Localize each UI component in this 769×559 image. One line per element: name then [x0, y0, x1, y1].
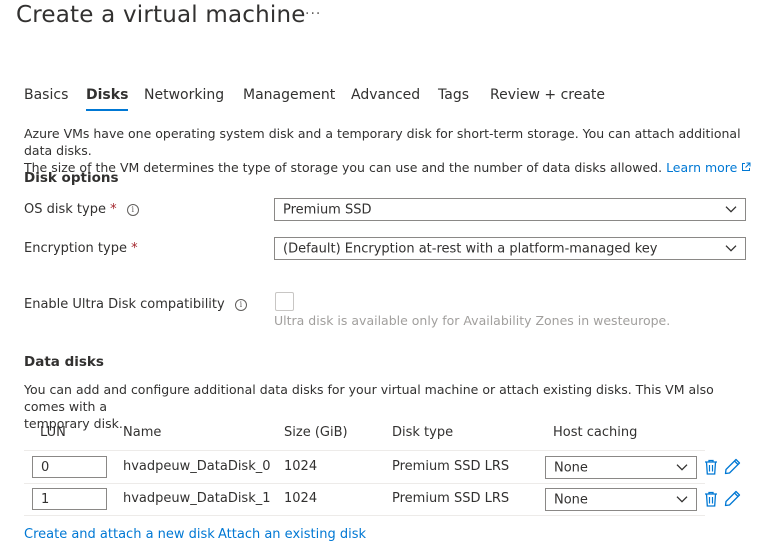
tab-advanced[interactable]: Advanced [351, 87, 420, 103]
encryption-type-label: Encryption type * [24, 241, 138, 256]
tab-networking[interactable]: Networking [144, 87, 224, 103]
disk-name: hvadpeuw_DataDisk_0 [123, 459, 271, 474]
chevron-down-icon [676, 463, 688, 471]
more-options-button[interactable]: ··· [305, 6, 321, 22]
intro-line-2: The size of the VM determines the type o… [24, 159, 754, 176]
column-header-size: Size (GiB) [284, 425, 348, 440]
host-caching-select[interactable]: None [545, 456, 697, 479]
column-header-disk-type: Disk type [392, 425, 454, 440]
ultra-disk-label-text: Enable Ultra Disk compatibility [24, 297, 225, 312]
learn-more-link[interactable]: Learn more [666, 160, 751, 175]
tab-review-create[interactable]: Review + create [490, 87, 605, 103]
encryption-type-value: (Default) Encryption at-rest with a plat… [283, 241, 658, 256]
column-header-host-caching: Host caching [553, 425, 638, 440]
encryption-type-select[interactable]: (Default) Encryption at-rest with a plat… [274, 237, 746, 260]
tab-management[interactable]: Management [243, 87, 335, 103]
disk-size: 1024 [284, 459, 318, 474]
encryption-type-label-text: Encryption type [24, 241, 127, 256]
column-header-name: Name [123, 425, 162, 440]
os-disk-type-select[interactable]: Premium SSD [274, 198, 746, 221]
chevron-down-icon [725, 244, 737, 252]
column-header-lun: LUN [40, 425, 66, 440]
host-caching-value: None [554, 492, 588, 507]
intro-line-2-text: The size of the VM determines the type o… [24, 160, 663, 175]
attach-existing-disk-link[interactable]: Attach an existing disk [218, 527, 366, 542]
info-icon[interactable]: i [126, 204, 139, 216]
ultra-disk-hint: Ultra disk is available only for Availab… [274, 313, 671, 328]
table-divider [24, 515, 705, 516]
ultra-disk-label: Enable Ultra Disk compatibility i [24, 297, 247, 312]
intro-text: Azure VMs have one operating system disk… [24, 125, 754, 176]
host-caching-select[interactable]: None [545, 488, 697, 511]
os-disk-type-label: OS disk type * i [24, 202, 139, 217]
delete-icon[interactable] [704, 459, 718, 475]
disk-options-heading: Disk options [24, 170, 119, 186]
delete-icon[interactable] [704, 491, 718, 507]
edit-icon[interactable] [724, 490, 741, 507]
disk-name: hvadpeuw_DataDisk_1 [123, 491, 271, 506]
disk-type: Premium SSD LRS [392, 459, 510, 474]
os-disk-type-label-text: OS disk type [24, 202, 106, 217]
lun-input[interactable] [32, 456, 107, 478]
chevron-down-icon [676, 495, 688, 503]
learn-more-label: Learn more [666, 160, 738, 175]
disk-size: 1024 [284, 491, 318, 506]
intro-line-1: Azure VMs have one operating system disk… [24, 126, 741, 158]
data-disks-heading: Data disks [24, 354, 104, 370]
edit-icon[interactable] [724, 458, 741, 475]
lun-input[interactable] [32, 488, 107, 510]
chevron-down-icon [725, 205, 737, 213]
table-row: hvadpeuw_DataDisk_0 1024 Premium SSD LRS… [0, 451, 769, 483]
os-disk-type-value: Premium SSD [283, 202, 372, 217]
create-attach-disk-link[interactable]: Create and attach a new disk [24, 527, 215, 542]
external-link-icon [742, 162, 751, 171]
page-title: Create a virtual machine [16, 2, 306, 28]
required-marker: * [131, 241, 138, 256]
info-icon[interactable]: i [234, 299, 247, 311]
data-disks-description-line-1: You can add and configure additional dat… [24, 382, 714, 414]
host-caching-value: None [554, 460, 588, 475]
ultra-disk-checkbox[interactable] [275, 292, 294, 311]
tab-basics[interactable]: Basics [24, 87, 68, 103]
disk-type: Premium SSD LRS [392, 491, 510, 506]
tab-tags[interactable]: Tags [438, 87, 469, 103]
required-marker: * [110, 202, 117, 217]
tab-disks[interactable]: Disks [86, 87, 129, 111]
table-row: hvadpeuw_DataDisk_1 1024 Premium SSD LRS… [0, 483, 769, 515]
